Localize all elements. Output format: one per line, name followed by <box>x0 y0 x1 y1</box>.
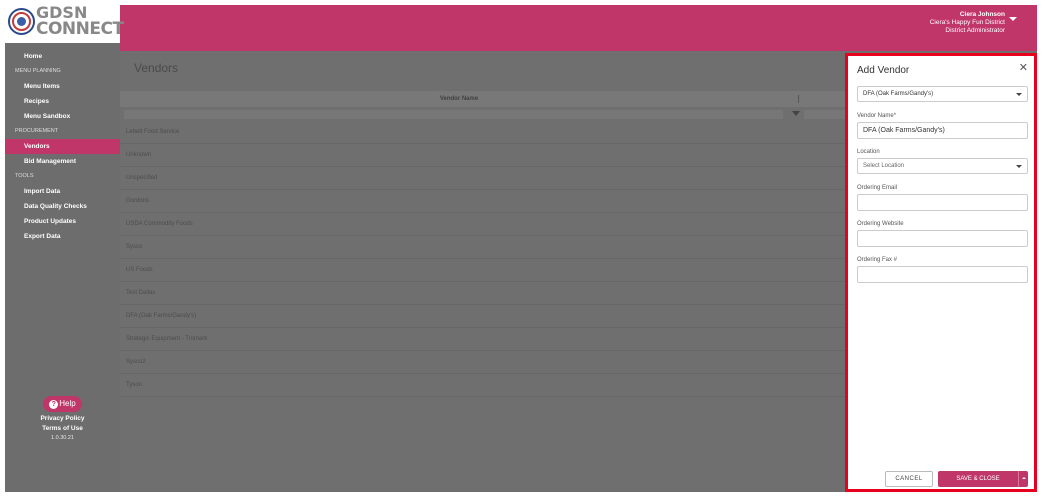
table-row[interactable]: Test Dallas <box>120 282 845 305</box>
sidebar-item-bid-management[interactable]: Bid Management <box>5 154 120 169</box>
column-header-vendor-name[interactable]: Vendor Name <box>120 91 798 107</box>
table-row[interactable]: Lebelt Food Service <box>120 121 845 144</box>
version-label: 1.0.30.21 <box>51 435 74 441</box>
sidebar-section-tools: TOOLS <box>15 173 34 179</box>
location-select[interactable]: Select Location <box>857 158 1028 174</box>
top-bar: Ciera Johnson Ciera's Happy Fun District… <box>120 5 1037 51</box>
ordering-website-label: Ordering Website <box>857 221 904 227</box>
logo-text: GDSN CONNECT <box>36 5 124 38</box>
sidebar-item-menu-items[interactable]: Menu Items <box>5 79 120 94</box>
vendor-filter-input[interactable] <box>124 110 783 119</box>
sidebar-item-home[interactable]: Home <box>5 49 120 64</box>
sidebar-item-vendors[interactable]: Vendors <box>5 139 120 154</box>
table-row[interactable]: Tyson <box>120 374 845 397</box>
close-icon[interactable]: ✕ <box>1019 62 1028 74</box>
sidebar-item-recipes[interactable]: Recipes <box>5 94 120 109</box>
user-name: Ciera Johnson <box>959 11 1005 18</box>
sidebar-section-procurement: PROCUREMENT <box>15 128 59 134</box>
location-label: Location <box>857 149 880 155</box>
chevron-down-icon <box>1016 165 1022 168</box>
table-row[interactable]: Unspecified <box>120 167 845 190</box>
add-vendor-panel: Add Vendor ✕ DFA (Oak Farms/Gandy's) Ven… <box>845 53 1037 492</box>
ordering-website-field[interactable] <box>857 230 1028 247</box>
vendor-select-value: DFA (Oak Farms/Gandy's) <box>863 91 934 97</box>
secondary-filter-input[interactable] <box>804 110 845 119</box>
cancel-button[interactable]: CANCEL <box>885 471 933 487</box>
table-row[interactable]: DFA (Oak Farms/Gandy's) <box>120 305 845 328</box>
ordering-fax-label: Ordering Fax # <box>857 257 898 263</box>
vendor-name-field[interactable]: DFA (Oak Farms/Gandy's) <box>857 122 1028 139</box>
filter-icon[interactable] <box>792 111 800 116</box>
sidebar-section-menu-planning: MENU PLANNING <box>15 68 61 74</box>
column-resize-handle[interactable] <box>798 95 799 103</box>
ordering-email-label: Ordering Email <box>857 185 898 191</box>
sidebar-item-export-data[interactable]: Export Data <box>5 229 120 244</box>
table-row[interactable]: Unknown <box>120 144 845 167</box>
sidebar-item-product-updates[interactable]: Product Updates <box>5 214 120 229</box>
user-district: Ciera's Happy Fun District <box>929 19 1005 26</box>
user-menu[interactable]: Ciera Johnson Ciera's Happy Fun District… <box>930 11 1005 35</box>
table-row[interactable]: Sysco2 <box>120 351 845 374</box>
vendor-select[interactable]: DFA (Oak Farms/Gandy's) <box>857 86 1028 102</box>
seal-icon <box>8 8 35 35</box>
app-logo[interactable]: GDSN CONNECT <box>5 5 124 43</box>
panel-title: Add Vendor <box>857 65 910 76</box>
vendor-name-label: Vendor Name* <box>857 113 897 119</box>
chevron-down-icon[interactable] <box>1009 17 1017 21</box>
table-row[interactable]: Gordons <box>120 190 845 213</box>
table-row[interactable]: Strategic Equipment - Tromark <box>120 328 845 351</box>
table-row[interactable]: USDA Commodity Foods <box>120 213 845 236</box>
sidebar-item-data-quality-checks[interactable]: Data Quality Checks <box>5 199 120 214</box>
ordering-email-field[interactable] <box>857 194 1028 211</box>
chevron-down-icon <box>1016 93 1022 96</box>
table-row[interactable]: US Foods <box>120 259 845 282</box>
privacy-policy-link[interactable]: Privacy Policy <box>5 415 120 422</box>
help-label: Help <box>59 399 76 408</box>
save-and-close-label: SAVE & CLOSE <box>956 476 1000 482</box>
filter-row <box>120 109 845 120</box>
chevron-up-icon[interactable] <box>1018 471 1028 487</box>
terms-of-use-link[interactable]: Terms of Use <box>5 425 120 432</box>
grid-header: Vendor Name <box>120 91 845 107</box>
help-button[interactable]: ? Help <box>43 396 82 412</box>
sidebar-item-menu-sandbox[interactable]: Menu Sandbox <box>5 109 120 124</box>
app-window: Ciera Johnson Ciera's Happy Fun District… <box>5 5 1037 492</box>
user-role: District Administrator <box>945 27 1005 34</box>
location-placeholder: Select Location <box>863 163 905 169</box>
sidebar-footer: ? Help Privacy Policy Terms of Use 1.0.30… <box>5 393 120 441</box>
table-row[interactable]: Sysco <box>120 236 845 259</box>
sidebar-item-import-data[interactable]: Import Data <box>5 184 120 199</box>
ordering-fax-field[interactable] <box>857 266 1028 283</box>
save-and-close-button[interactable]: SAVE & CLOSE <box>938 471 1028 487</box>
page-title: Vendors <box>134 61 179 75</box>
question-icon: ? <box>49 400 59 409</box>
logo-line-2: CONNECT <box>36 19 124 39</box>
vendor-grid: Lebelt Food Service Unknown Unspecified … <box>120 121 845 397</box>
